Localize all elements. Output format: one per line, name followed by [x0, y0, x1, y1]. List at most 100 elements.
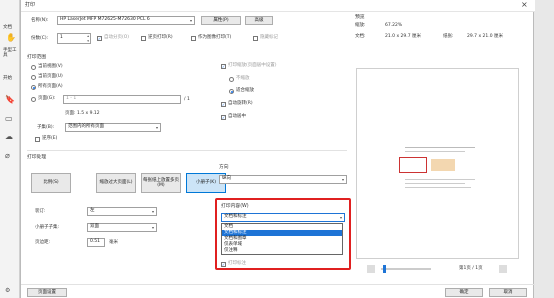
- radio-fit-scale[interactable]: 适合缩放: [229, 89, 254, 94]
- pages-total: / 1: [184, 97, 190, 102]
- radio-no-scale[interactable]: 不缩放: [229, 77, 250, 82]
- copies-stepper[interactable]: 1 ▴ ▾: [57, 33, 91, 44]
- handling-scale-button[interactable]: 比例(S): [31, 173, 71, 193]
- chevron-down-icon: ▾: [341, 177, 344, 182]
- app-side-toolbar: 文档 ✋ 手型工具 开始 🔖 ▭ ☁ ⌀ ⚙: [0, 0, 20, 298]
- auto-center-label: 自动居中: [228, 114, 246, 120]
- collate-checkbox[interactable]: ✓ 自动分页(O): [97, 36, 129, 41]
- stepper-arrows-icon[interactable]: ▴ ▾: [87, 34, 89, 43]
- preview-paper-label: 纸张:: [443, 34, 454, 39]
- no-scale-label: 不缩放: [236, 76, 250, 82]
- ok-button[interactable]: 确定: [445, 288, 483, 297]
- side-item-hand-tool[interactable]: 手型工具: [3, 48, 17, 59]
- printer-name-label: 名称(N):: [31, 18, 49, 23]
- divider: [27, 150, 347, 151]
- reverse-order-checkbox[interactable]: 逆页打印(R): [141, 36, 173, 41]
- pages-label: 页面(G):: [38, 96, 56, 102]
- hide-markup-checkbox[interactable]: 隐藏标记: [253, 36, 278, 41]
- print-markup-label: 打印标注: [228, 261, 246, 267]
- print-content-select[interactable]: 文档和标注 ▾: [221, 213, 345, 222]
- margin-input[interactable]: 0.51: [87, 238, 105, 247]
- bookmark-icon[interactable]: 🔖: [5, 96, 15, 104]
- preview-paper-value: 29.7 x 21.0 厘米: [467, 34, 503, 39]
- pages-icon[interactable]: ▭: [5, 115, 13, 123]
- scale-group-title: 打印缩放(页面居中设置): [228, 63, 277, 69]
- chevron-down-icon: ▾: [155, 125, 158, 130]
- radio-current-view[interactable]: 当前视图(V): [31, 65, 63, 70]
- print-as-image-checkbox[interactable]: 作为图像打印(T): [191, 36, 231, 41]
- handling-shrink-button[interactable]: 缩放过大页面(L): [96, 173, 136, 193]
- hide-markup-label: 隐藏标记: [260, 35, 278, 41]
- booklet-subset-value: 双面: [90, 224, 99, 230]
- printer-advanced-button[interactable]: 高级: [245, 16, 273, 25]
- preview-stamp: [399, 157, 427, 173]
- scale-group-checkbox[interactable]: ✓ 打印缩放(页面居中设置): [221, 64, 277, 69]
- reverse-order-label: 逆页打印(R): [148, 35, 173, 41]
- preview-image: [431, 159, 455, 171]
- pages-input-placeholder: 1 - 1: [66, 96, 77, 102]
- print-range-title: 打印范围: [27, 55, 47, 60]
- chevron-down-icon: ▾: [151, 225, 154, 230]
- attachment-icon[interactable]: ⌀: [5, 152, 10, 160]
- page-setup-button[interactable]: 页面设置: [27, 288, 67, 297]
- chevron-down-icon: ▾: [339, 215, 342, 220]
- binding-label: 装订:: [35, 209, 46, 214]
- reverse-pages-checkbox[interactable]: 逆序(E): [35, 137, 57, 142]
- comment-icon[interactable]: ☁: [5, 133, 13, 141]
- subset-select-value: 范围内的所有页面: [68, 124, 104, 130]
- print-content-listbox[interactable]: 文档 文档和标注 文档和图章 仅表单域 仅注释: [221, 223, 343, 255]
- page-slider-handle[interactable]: [383, 265, 386, 273]
- collate-label: 自动分页(O): [104, 35, 130, 41]
- subset-label: 子集(B):: [37, 125, 55, 130]
- radio-current-page[interactable]: 当前页面(U): [31, 75, 63, 80]
- preview-doc-value: 21.0 x 29.7 厘米: [385, 34, 421, 39]
- current-page-label: 当前页面(U): [38, 74, 63, 80]
- margin-unit: 毫米: [109, 240, 118, 245]
- print-as-image-label: 作为图像打印(T): [198, 35, 232, 41]
- collate-check-icon: ✓: [97, 35, 102, 41]
- page-slider[interactable]: [381, 268, 431, 270]
- preview-page: [356, 68, 519, 259]
- prev-page-button[interactable]: [367, 265, 375, 273]
- radio-all-pages[interactable]: 所有页面(A): [31, 85, 63, 90]
- fit-scale-label: 适合缩放: [236, 88, 254, 94]
- page-counter: 第1页 / 1页: [459, 266, 483, 271]
- print-markup-checkbox[interactable]: ✓ 打印标注: [221, 262, 246, 267]
- orientation-title: 方向: [219, 165, 229, 170]
- binding-select[interactable]: 左 ▾: [87, 207, 157, 216]
- printer-properties-button[interactable]: 属性(P): [201, 16, 241, 25]
- print-content-select-value: 文档和标注: [224, 214, 247, 220]
- side-item-document[interactable]: 文档: [3, 25, 12, 31]
- dialog-title: 打印: [25, 2, 36, 8]
- close-icon[interactable]: ×: [521, 1, 528, 9]
- auto-rotate-checkbox[interactable]: ✓ 自动旋转(R): [221, 102, 253, 107]
- booklet-subset-label: 小册子子集:: [35, 225, 60, 230]
- chevron-down-icon: ▾: [189, 18, 192, 23]
- printer-select-value: HP LaserJet MFP M72625-M72630 PCL 6: [60, 17, 150, 23]
- preview-scale-value: 67.22%: [385, 23, 403, 28]
- booklet-subset-select[interactable]: 双面 ▾: [87, 223, 157, 232]
- dialog-titlebar: 打印 ×: [21, 0, 535, 12]
- page-size-info: 页面: 1.5 x 9.12: [65, 111, 100, 116]
- copies-value: 1: [60, 35, 63, 41]
- pages-input[interactable]: 1 - 1: [63, 95, 181, 104]
- printer-select[interactable]: HP LaserJet MFP M72625-M72630 PCL 6 ▾: [57, 16, 195, 25]
- preview-doc-label: 文档:: [355, 34, 366, 39]
- subset-select[interactable]: 范围内的所有页面 ▾: [65, 123, 161, 132]
- preview-title: 预览: [355, 15, 365, 20]
- auto-center-checkbox[interactable]: ✓ 自动居中: [221, 115, 246, 120]
- binding-select-value: 左: [90, 208, 95, 214]
- next-page-button[interactable]: [499, 265, 507, 273]
- cancel-button[interactable]: 取消: [489, 288, 527, 297]
- settings-icon[interactable]: ⚙: [5, 288, 10, 294]
- preview-scale-label: 缩放:: [355, 23, 366, 28]
- radio-pages[interactable]: 页面(G):: [31, 97, 56, 102]
- orientation-select[interactable]: 纵向 ▾: [219, 175, 347, 184]
- current-view-label: 当前视图(V): [38, 64, 63, 70]
- all-pages-label: 所有页面(A): [38, 84, 63, 90]
- side-item-start[interactable]: 开始: [3, 76, 12, 82]
- print-content-option[interactable]: 仅注释: [222, 248, 342, 254]
- handling-multiple-button[interactable]: 每张纸上放置多页(M): [141, 173, 181, 193]
- hand-icon[interactable]: ✋: [6, 34, 16, 42]
- margin-input-value: 0.51: [90, 239, 101, 245]
